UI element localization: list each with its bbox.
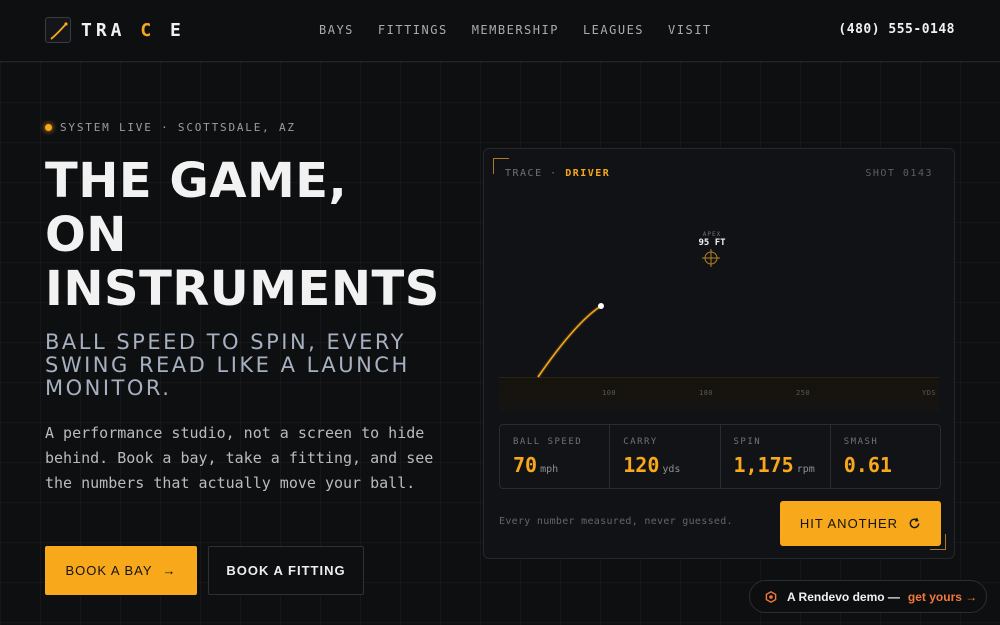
- ball-marker: [598, 303, 604, 309]
- headline-line: THE GAME,: [45, 153, 348, 209]
- book-a-bay-button[interactable]: BOOK A BAY →: [45, 546, 197, 595]
- status-text: SYSTEM LIVE · SCOTTSDALE, AZ: [60, 121, 296, 134]
- metric-spin: SPIN 1,175 rpm: [721, 425, 831, 488]
- metrics-strip: BALL SPEED 70 mph CARRY 120 yds SPIN 1,175…: [499, 424, 941, 489]
- book-a-bay-label: BOOK A BAY: [65, 563, 153, 578]
- hero-subheading: BALL SPEED TO SPIN, EVERY SWING READ LIK…: [45, 330, 410, 400]
- apex-target-icon: [702, 249, 720, 267]
- headline-line: INSTRUMENTS: [45, 261, 440, 317]
- panel-label: TRACE · DRIVER: [505, 168, 611, 179]
- live-status-icon: [45, 124, 52, 131]
- rendevo-logo-icon: [765, 590, 777, 603]
- nav-link-leagues[interactable]: LEAGUES: [583, 23, 644, 37]
- shot-number: SHOT 0143: [865, 168, 933, 179]
- metric-smash: SMASH 0.61: [843, 437, 892, 477]
- top-nav: TRA C E BAYS FITTINGS MEMBERSHIP LEAGUES…: [0, 0, 1000, 62]
- headline-line: ON: [45, 207, 127, 263]
- metric-ball-speed: BALL SPEED 70 mph: [500, 425, 611, 488]
- book-a-fitting-button[interactable]: BOOK A FITTING: [208, 546, 364, 595]
- nav-link-membership[interactable]: MEMBERSHIP: [472, 23, 559, 37]
- hit-another-button[interactable]: HIT ANOTHER: [780, 501, 941, 546]
- panel-footnote: Every number measured, never guessed.: [499, 516, 733, 527]
- club-name: DRIVER: [565, 168, 611, 179]
- phone-number-link[interactable]: (480) 555-0148: [838, 22, 955, 37]
- ball-flight-plot: [536, 249, 720, 379]
- page-headline: THE GAME, ON INSTRUMENTS: [45, 154, 465, 316]
- brand-name: TRA C E: [81, 19, 185, 41]
- get-yours-link[interactable]: get yours →: [908, 590, 977, 604]
- nav-link-fittings[interactable]: FITTINGS: [378, 23, 448, 37]
- nav-link-visit[interactable]: VISIT: [668, 23, 712, 37]
- hero-description: A performance studio, not a screen to hi…: [45, 424, 434, 492]
- demo-badge[interactable]: A Rendevo demo — get yours →: [749, 580, 987, 613]
- trajectory-logo-icon: [45, 17, 71, 43]
- arrow-right-icon: →: [162, 563, 177, 578]
- brand-logo[interactable]: TRA C E: [45, 17, 185, 43]
- apex-caption: APEX: [702, 231, 722, 238]
- launch-monitor-panel: TRACE · DRIVER SHOT 0143 100 180 250 YDS…: [483, 148, 955, 559]
- system-status: SYSTEM LIVE · SCOTTSDALE, AZ: [45, 121, 296, 134]
- metric-carry: CARRY 120 yds: [610, 425, 721, 488]
- nav-links: BAYS FITTINGS MEMBERSHIP LEAGUES VISIT: [319, 23, 736, 37]
- hit-another-label: HIT ANOTHER: [799, 516, 899, 531]
- refresh-icon: [909, 517, 920, 529]
- apex-value: 95 FT: [698, 238, 726, 248]
- nav-link-bays[interactable]: BAYS: [319, 23, 354, 37]
- demo-badge-text: A Rendevo demo —: [787, 589, 900, 604]
